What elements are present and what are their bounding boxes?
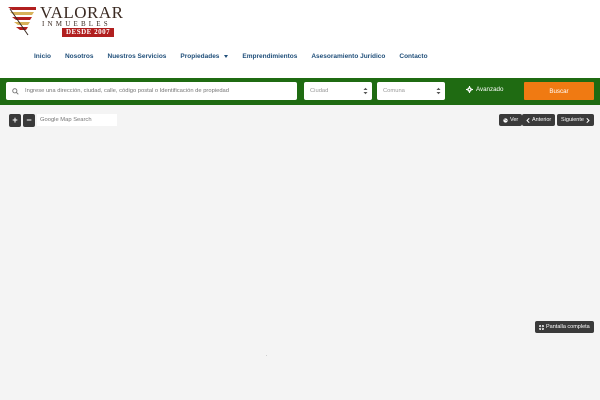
logo-badge: DESDE 2007 [62,28,115,37]
next-label: Siguiente [561,117,584,123]
nav-item-asesoramiento[interactable]: Asesoramiento Jurídico [311,53,385,60]
nav-item-inicio[interactable]: Inicio [34,53,51,60]
advanced-label: Avanzado [476,86,504,93]
zoom-out-button[interactable]: − [23,114,35,127]
nav-item-nosotros[interactable]: Nosotros [65,53,94,60]
nav-item-propiedades[interactable]: Propiedades [180,53,229,60]
comuna-select-value: Comuna [383,88,405,94]
comuna-select[interactable]: Comuna [377,82,445,100]
nav-item-contacto[interactable]: Contacto [399,53,427,60]
nav-label: Propiedades [180,53,220,60]
zoom-in-button[interactable]: + [9,114,21,127]
site-header: VALORAR INMUEBLES DESDE 2007 Inicio Noso… [0,0,600,78]
address-search-field[interactable] [6,82,297,100]
view-button[interactable]: Ver [499,114,523,126]
view-label: Ver [510,117,519,123]
next-button[interactable]: Siguiente [557,114,594,126]
previous-button[interactable]: Anterior [522,114,556,126]
updown-arrows-icon [436,87,441,95]
nav-label: Inicio [34,53,51,60]
map-canvas[interactable]: + − Ver Anterior Siguiente Pantalla comp… [0,105,600,400]
nav-label: Asesoramiento Jurídico [311,53,386,60]
nav-item-emprendimientos[interactable]: Emprendimientos [242,53,297,60]
logo-name: VALORAR [40,3,124,22]
nav-label: Contacto [399,53,428,60]
chevron-left-icon [526,117,530,123]
chevron-right-icon [586,117,590,123]
main-nav: Inicio Nosotros Nuestros Servicios Propi… [34,53,442,60]
nav-label: Nosotros [64,53,94,60]
nav-label: Emprendimientos [242,53,298,60]
google-map-search-input[interactable] [37,114,117,126]
map-marker-dot [266,355,267,356]
caret-down-icon [224,55,229,58]
search-submit-button[interactable]: Buscar [524,82,594,100]
expand-icon [539,324,544,330]
nav-label: Nuestros Servicios [107,53,167,60]
previous-label: Anterior [532,117,552,123]
ciudad-select[interactable]: Ciudad [304,82,372,100]
advanced-search-toggle[interactable]: Avanzado [466,86,503,93]
search-bar: Ciudad Comuna Avanzado Buscar [0,78,600,105]
nav-item-servicios[interactable]: Nuestros Servicios [108,53,167,60]
logo-subtitle: INMUEBLES [42,20,111,28]
ciudad-select-value: Ciudad [310,88,329,94]
search-icon [12,87,19,95]
gear-icon [466,86,473,93]
logo-mark-icon [8,7,36,36]
fullscreen-button[interactable]: Pantalla completa [535,321,594,333]
address-search-input[interactable] [25,88,295,94]
globe-icon [503,117,508,123]
updown-arrows-icon [363,87,368,95]
fullscreen-label: Pantalla completa [546,324,590,330]
site-logo[interactable]: VALORAR INMUEBLES DESDE 2007 [6,3,123,37]
